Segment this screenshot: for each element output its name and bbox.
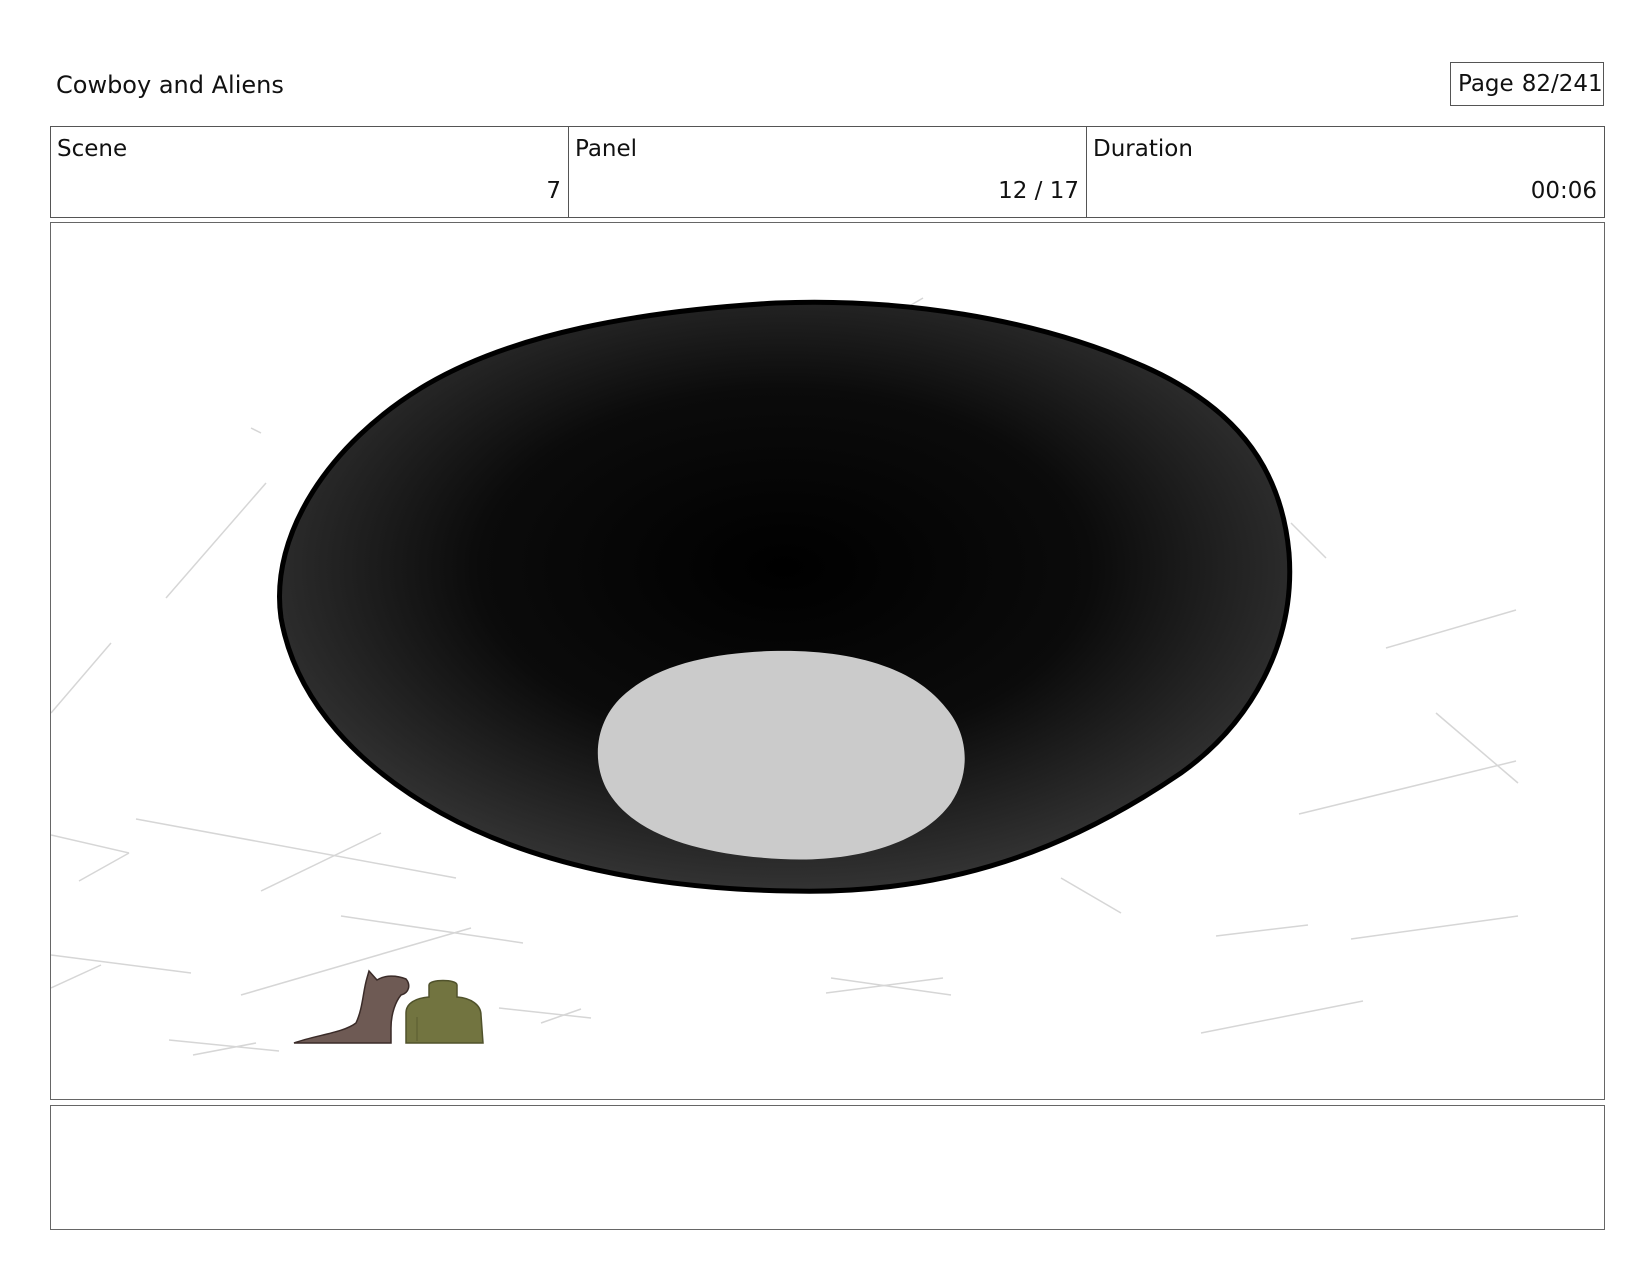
duration-value: 00:06: [1530, 178, 1597, 204]
panel-label: Panel: [575, 136, 638, 162]
page-number: 82/241: [1521, 71, 1603, 97]
panel-value: 12 / 17: [998, 178, 1079, 204]
scene-value: 7: [546, 178, 561, 204]
duration-label: Duration: [1093, 136, 1193, 162]
storyboard-frame: [50, 222, 1605, 1100]
panel-cell: Panel 12 / 17: [569, 127, 1087, 217]
page-label: Page: [1458, 71, 1514, 97]
scene-label: Scene: [57, 136, 128, 162]
ufo-saucer-icon: [277, 299, 1293, 894]
cowboy-icon: [405, 979, 484, 1044]
storyboard-drawing: [51, 297, 1519, 1056]
scene-cell: Scene 7: [51, 127, 569, 217]
page-indicator: Page 82/241: [1450, 62, 1604, 106]
panel-info-row: Scene 7 Panel 12 / 17 Duration 00:06: [50, 126, 1605, 218]
notes-box: [50, 1105, 1605, 1230]
project-title: Cowboy and Aliens: [56, 71, 284, 99]
duration-cell: Duration 00:06: [1087, 127, 1604, 217]
horse-icon: [293, 969, 410, 1044]
